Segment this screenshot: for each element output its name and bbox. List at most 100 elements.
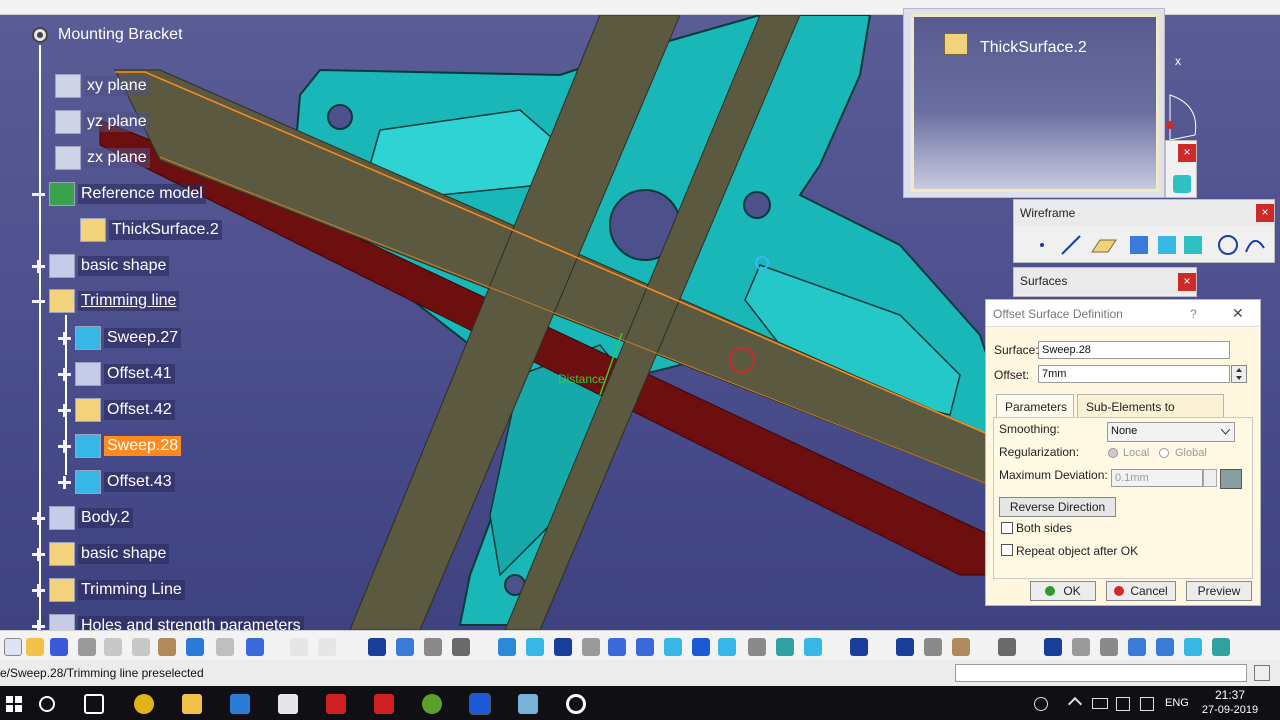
close-icon[interactable]: × [1256,204,1274,222]
tree-item-sweep-27[interactable]: Sweep.27 [58,325,182,351]
undo-icon[interactable] [186,638,204,656]
expand-icon[interactable] [58,403,71,417]
clock-date[interactable]: 27-09-2019 [1192,704,1268,716]
save-icon[interactable] [50,638,68,656]
command-icon[interactable] [1254,665,1270,681]
zoom-out-icon[interactable] [636,638,654,656]
tree-item-trimming-line-2[interactable]: Trimming Line [32,577,185,603]
chrome-icon[interactable] [134,694,154,714]
netflix-icon[interactable] [326,694,346,714]
chevron-up-icon[interactable] [1067,696,1083,712]
battery-icon[interactable] [1092,698,1108,709]
zoom-in-icon[interactable] [608,638,626,656]
expand-icon[interactable] [58,331,71,345]
multi-view-icon[interactable] [692,638,710,656]
windows-start-icon[interactable] [6,696,22,712]
snap-icon[interactable] [1184,638,1202,656]
tree-item-offset-42[interactable]: Offset.42 [58,397,175,423]
clock-time[interactable]: 21:37 [1200,688,1260,702]
tree-item-xy-plane[interactable]: xy plane [55,73,150,99]
wireframe-tool-icons[interactable] [1018,232,1272,258]
volume-icon[interactable] [1140,697,1154,711]
copy-icon[interactable] [132,638,150,656]
radio-local[interactable] [1108,448,1118,458]
hide-show-icon[interactable] [776,638,794,656]
fit-all-icon[interactable] [526,638,544,656]
close-icon[interactable]: × [1178,144,1196,162]
tree-item-body-2[interactable]: Body.2 [32,505,133,531]
close-icon[interactable]: ✕ [1232,305,1244,322]
expand-icon[interactable] [58,439,71,453]
tree-item-holes[interactable]: Holes and strength parameters [32,613,304,630]
lock-icon[interactable] [424,638,442,656]
measure-icon[interactable] [452,638,470,656]
print-icon[interactable] [78,638,96,656]
thicksurface-preview-window[interactable]: ThickSurface.2 [903,8,1165,198]
collapse-icon[interactable] [32,188,45,201]
tree-item-thicksurface[interactable]: ThickSurface.2 [80,217,222,243]
record-icon[interactable] [566,694,586,714]
max-deviation-spinner[interactable] [1203,469,1217,487]
tab-sub-elements[interactable]: Sub-Elements to remove [1077,394,1224,428]
open-folder-icon[interactable] [26,638,44,656]
table-icon[interactable] [368,638,386,656]
reverse-direction-button[interactable]: Reverse Direction [999,497,1116,517]
repeat-object-checkbox[interactable] [1001,544,1013,556]
knowledge-icon[interactable] [396,638,414,656]
help-icon[interactable]: ? [1190,307,1197,321]
file-explorer-icon[interactable] [182,694,202,714]
analysis-icon[interactable] [924,638,942,656]
shading-icon[interactable] [748,638,766,656]
swap-space-icon[interactable] [804,638,822,656]
tree-root[interactable]: Mounting Bracket [28,22,186,48]
tab-parameters[interactable]: Parameters [996,394,1074,418]
ok-button[interactable]: OK [1030,581,1096,601]
reference-icon[interactable] [1044,638,1062,656]
pan-icon[interactable] [554,638,572,656]
expand-icon[interactable] [58,475,71,489]
expand-icon[interactable] [32,547,45,561]
store-icon[interactable] [230,694,250,714]
power-input-field[interactable] [955,664,1247,682]
mail-icon[interactable] [278,694,298,714]
tree-item-offset-43[interactable]: Offset.43 [58,469,175,495]
apply-material-icon[interactable] [952,638,970,656]
help-icon[interactable] [246,638,264,656]
tree-item-basic-shape-2[interactable]: basic shape [32,541,170,567]
radio-global[interactable] [1159,448,1169,458]
search-icon[interactable] [38,695,56,713]
tree-item-basic-shape[interactable]: basic shape [32,253,170,279]
dimension-icon[interactable] [896,638,914,656]
compass-icon[interactable]: x [1166,54,1197,141]
offset-field[interactable]: 7mm [1038,365,1230,383]
tree-item-reference-model[interactable]: Reference model [32,181,206,207]
law-editor-icon[interactable] [1220,469,1242,489]
update-icon[interactable] [850,638,868,656]
offset-spinner[interactable] [1231,365,1247,383]
acrobat-icon[interactable] [374,694,394,714]
max-deviation-field[interactable]: 0.1mm [1111,469,1203,487]
photo-icon[interactable] [998,638,1016,656]
expand-icon[interactable] [32,511,45,525]
task-view-icon[interactable] [84,694,104,714]
redo-icon[interactable] [216,638,234,656]
expand-icon[interactable] [32,259,45,273]
preview-button[interactable]: Preview [1186,581,1252,601]
catia-icon[interactable] [469,693,491,715]
work-on-support-icon[interactable] [1212,638,1230,656]
cut-icon[interactable] [104,638,122,656]
tree-item-yz-plane[interactable]: yz plane [55,109,150,135]
tree-item-zx-plane[interactable]: zx plane [55,145,150,171]
expand-icon[interactable] [58,367,71,381]
utorrent-icon[interactable] [422,694,442,714]
new-file-icon[interactable] [4,638,22,656]
tree-item-offset-41[interactable]: Offset.41 [58,361,175,387]
comment-icon[interactable] [318,638,336,656]
tool-icon[interactable] [1173,175,1191,193]
network-icon[interactable] [1116,697,1130,711]
surface-field[interactable]: Sweep.28 [1038,341,1230,359]
both-sides-checkbox[interactable] [1001,522,1013,534]
app-icon[interactable] [518,694,538,714]
grid-icon[interactable] [1156,638,1174,656]
fly-mode-icon[interactable] [498,638,516,656]
